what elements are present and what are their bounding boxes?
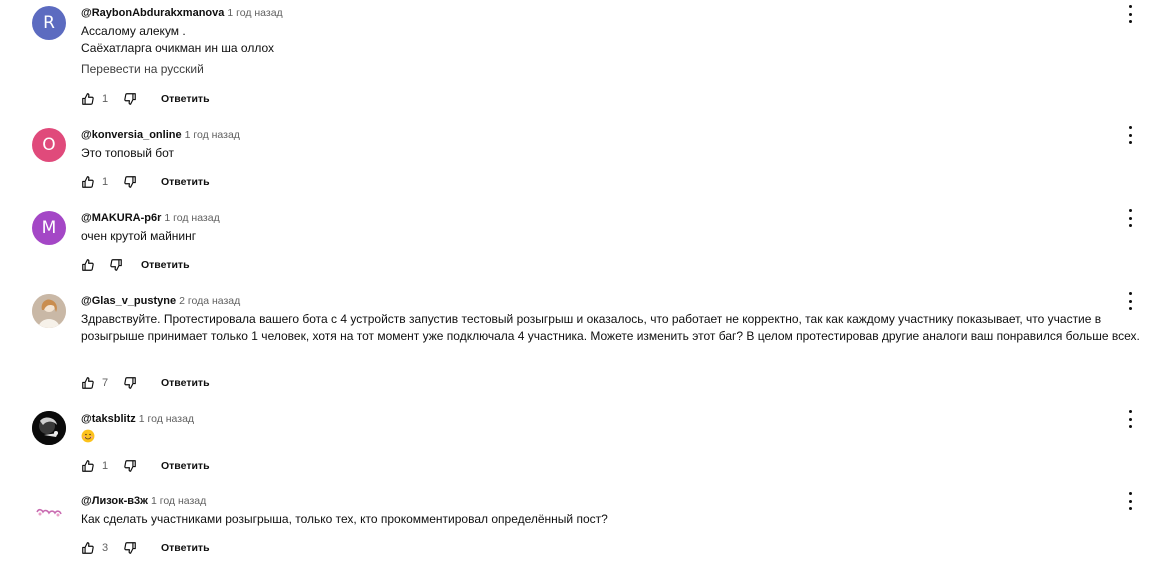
translate-link[interactable]: Перевести на русский (81, 61, 1137, 78)
comment-author[interactable]: @MAKURA-p6r (81, 212, 161, 224)
comment-body: @Glas_v_pustyne 2 года назад Здравствуйте… (81, 293, 1140, 345)
like-count: 1 (102, 176, 109, 188)
comment-text-line: Как сделать участниками розыгрыша, тольк… (81, 512, 608, 526)
comment-body: @MAKURA-p6r 1 год назад очен крутой майни… (81, 210, 1137, 245)
comment-time[interactable]: 1 год назад (139, 413, 194, 425)
comment-body: @Лизок-в3ж 1 год назад Как сделать участн… (81, 493, 1137, 528)
comment-text-line: Это топовый бот (81, 146, 175, 160)
comment-header: @RaybonAbdurakxmanova 1 год назад (81, 5, 1137, 21)
avatar[interactable] (32, 294, 66, 328)
thumb-down-icon[interactable] (123, 459, 137, 473)
comment-body: @konversia_online 1 год назад Это топовый… (81, 127, 1137, 162)
more-vert-icon[interactable] (1124, 209, 1136, 227)
comment-actions: 3 Ответить (81, 539, 210, 557)
reply-button[interactable]: Ответить (161, 176, 210, 188)
comment-body: @taksblitz 1 год назад (81, 411, 1137, 448)
avatar[interactable]: R (32, 6, 66, 40)
comments-section: R @RaybonAbdurakxmanova 1 год назад Ассал… (0, 0, 1157, 561)
thumb-up-icon[interactable] (81, 175, 95, 189)
comment-time[interactable]: 1 год назад (164, 212, 219, 224)
more-vert-icon[interactable] (1124, 492, 1136, 510)
comment-author[interactable]: @Glas_v_pustyne (81, 295, 176, 307)
comment-header: @taksblitz 1 год назад (81, 411, 1137, 427)
comment-actions: 1 Ответить (81, 173, 210, 191)
more-vert-icon[interactable] (1124, 126, 1136, 144)
comment-header: @konversia_online 1 год назад (81, 127, 1137, 143)
more-vert-icon[interactable] (1124, 410, 1136, 428)
comment-text-line: очен крутой майнинг (81, 229, 197, 243)
reply-button[interactable]: Ответить (161, 542, 210, 554)
avatar[interactable] (32, 411, 66, 445)
thumb-down-icon[interactable] (123, 175, 137, 189)
avatar[interactable]: M (32, 211, 66, 245)
photo-avatar-icon (32, 294, 66, 328)
reply-button[interactable]: Ответить (141, 259, 190, 271)
reply-button[interactable]: Ответить (161, 460, 210, 472)
comment-text (81, 429, 1146, 448)
avatar-letter: M (41, 218, 57, 238)
avatar-letter: R (43, 13, 55, 33)
comment-text: Ассалому алекум . Саёхатларга очикман ин… (81, 23, 1146, 57)
photo-avatar-icon (32, 411, 66, 445)
comment-actions: 1 Ответить (81, 457, 210, 475)
comment-header: @MAKURA-p6r 1 год назад (81, 210, 1137, 226)
thumb-up-icon[interactable] (81, 459, 95, 473)
thumb-up-icon[interactable] (81, 92, 95, 106)
comment-text-line: Саёхатларга очикман ин ша оллох (81, 41, 275, 55)
reply-button[interactable]: Ответить (161, 93, 210, 105)
like-count: 1 (102, 93, 109, 105)
more-vert-icon[interactable] (1124, 292, 1136, 310)
comment-time[interactable]: 1 год назад (185, 129, 240, 141)
comment-text: Это топовый бот (81, 145, 1146, 162)
avatar-letter: O (42, 135, 56, 155)
comment-body: @RaybonAbdurakxmanova 1 год назад Ассалом… (81, 5, 1137, 78)
comment-time[interactable]: 2 года назад (179, 295, 240, 307)
thumb-up-icon[interactable] (81, 258, 95, 272)
comment-time[interactable]: 1 год назад (151, 495, 206, 507)
like-count: 7 (102, 377, 109, 389)
comment-text: Здравствуйте. Протестировала вашего бота… (81, 311, 1146, 345)
thumb-down-icon[interactable] (123, 92, 137, 106)
comment-author[interactable]: @RaybonAbdurakxmanova (81, 7, 224, 19)
comment-author[interactable]: @Лизок-в3ж (81, 495, 148, 507)
thumb-down-icon[interactable] (123, 541, 137, 555)
thumb-up-icon[interactable] (81, 541, 95, 555)
comment-header: @Glas_v_pustyne 2 года назад (81, 293, 1137, 309)
avatar[interactable] (32, 494, 66, 528)
comment-actions: Ответить (81, 256, 190, 274)
comment-time[interactable]: 1 год назад (227, 7, 282, 19)
thumb-down-icon[interactable] (109, 258, 123, 272)
reply-button[interactable]: Ответить (161, 377, 210, 389)
smiling-face-emoji (81, 429, 95, 443)
comment-actions: 1 Ответить (81, 90, 210, 108)
avatar[interactable]: O (32, 128, 66, 162)
comment-author[interactable]: @taksblitz (81, 413, 136, 425)
thumb-down-icon[interactable] (123, 376, 137, 390)
thumb-up-icon[interactable] (81, 376, 95, 390)
photo-avatar-icon (32, 494, 66, 528)
comment-text: Как сделать участниками розыгрыша, тольк… (81, 511, 1146, 528)
comment-header: @Лизок-в3ж 1 год назад (81, 493, 1137, 509)
like-count: 1 (102, 460, 109, 472)
comment-text-line: Ассалому алекум . (81, 24, 186, 38)
comment-text: очен крутой майнинг (81, 228, 1146, 245)
comment-text-line: Здравствуйте. Протестировала вашего бота… (81, 312, 1140, 343)
like-count: 3 (102, 542, 109, 554)
comment-author[interactable]: @konversia_online (81, 129, 182, 141)
comment-actions: 7 Ответить (81, 374, 210, 392)
more-vert-icon[interactable] (1124, 5, 1136, 23)
